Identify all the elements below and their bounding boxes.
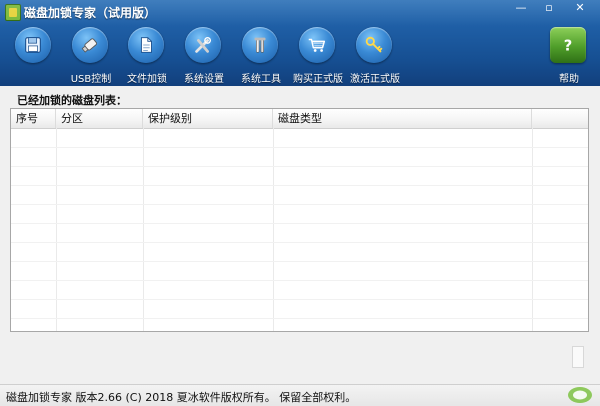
logo-watermark-icon: [568, 387, 592, 403]
toolbar-help-button[interactable]: ? 帮助: [540, 27, 598, 85]
grid-column-line: [143, 128, 144, 331]
toolbar-label: 激活正式版: [350, 74, 400, 85]
header: 磁盘加锁专家（试用版） — ▫ ✕ USB控制 文件加锁 系统设置 系统工具 购…: [0, 0, 600, 86]
column-header-index[interactable]: 序号: [11, 109, 56, 128]
grid-row-line: [11, 204, 588, 205]
status-bar: 磁盘加锁专家 版本2.66 (C) 2018 夏冰软件版权所有。 保留全部权利。: [0, 384, 600, 406]
grid-row-line: [11, 280, 588, 281]
grid-row-line: [11, 166, 588, 167]
toolbar-label: 帮助: [559, 74, 579, 85]
window-title: 磁盘加锁专家（试用版）: [24, 6, 157, 20]
grid-row-line: [11, 261, 588, 262]
svg-text:?: ?: [564, 38, 573, 55]
close-button[interactable]: ✕: [564, 0, 596, 18]
column-header-disk-type[interactable]: 磁盘类型: [273, 109, 532, 128]
column-header-partition[interactable]: 分区: [56, 109, 143, 128]
grid-row-line: [11, 223, 588, 224]
usb-drive-icon: [72, 27, 108, 63]
locked-disk-list-title: 已经加锁的磁盘列表：: [17, 94, 127, 107]
grid-column-line: [273, 128, 274, 331]
shopping-cart-icon: [299, 27, 335, 63]
side-handle[interactable]: [572, 346, 584, 368]
toolbar-activate-button[interactable]: 激活正式版: [346, 27, 404, 85]
grid-column-line: [532, 128, 533, 331]
toolbar-buy-button[interactable]: 购买正式版: [289, 27, 347, 85]
column-header-protection-level[interactable]: 保护级别: [143, 109, 273, 128]
toolbar-system-tools-button[interactable]: 系统工具: [232, 27, 290, 85]
help-icon: ?: [550, 27, 586, 63]
toolbar-system-settings-button[interactable]: 系统设置: [175, 27, 233, 85]
floppy-disk-icon: [15, 27, 51, 63]
restore-button[interactable]: ▫: [536, 0, 562, 18]
document-icon: [128, 27, 164, 63]
grid-row-line: [11, 299, 588, 300]
window-controls: — ▫ ✕: [508, 0, 596, 18]
minimize-button[interactable]: —: [508, 0, 534, 18]
grid-row-line: [11, 185, 588, 186]
grid-row-line: [11, 147, 588, 148]
app-window: 磁盘加锁专家（试用版） — ▫ ✕ USB控制 文件加锁 系统设置 系统工具 购…: [0, 0, 600, 406]
toolbar-disk-lock-button[interactable]: [5, 27, 63, 85]
wrench-icon: [242, 27, 278, 63]
app-logo-icon: [5, 4, 21, 21]
grid-row-line: [11, 318, 588, 319]
grid-column-line: [56, 128, 57, 331]
locked-disk-list[interactable]: 序号 分区 保护级别 磁盘类型: [10, 108, 589, 332]
grid-row-line: [11, 242, 588, 243]
list-header: 序号 分区 保护级别 磁盘类型: [11, 109, 588, 129]
toolbar-file-lock-button[interactable]: 文件加锁: [118, 27, 176, 85]
tools-icon: [185, 27, 221, 63]
column-header-extra: [532, 109, 588, 128]
status-text: 磁盘加锁专家 版本2.66 (C) 2018 夏冰软件版权所有。 保留全部权利。: [6, 391, 357, 404]
key-icon: [356, 27, 392, 63]
